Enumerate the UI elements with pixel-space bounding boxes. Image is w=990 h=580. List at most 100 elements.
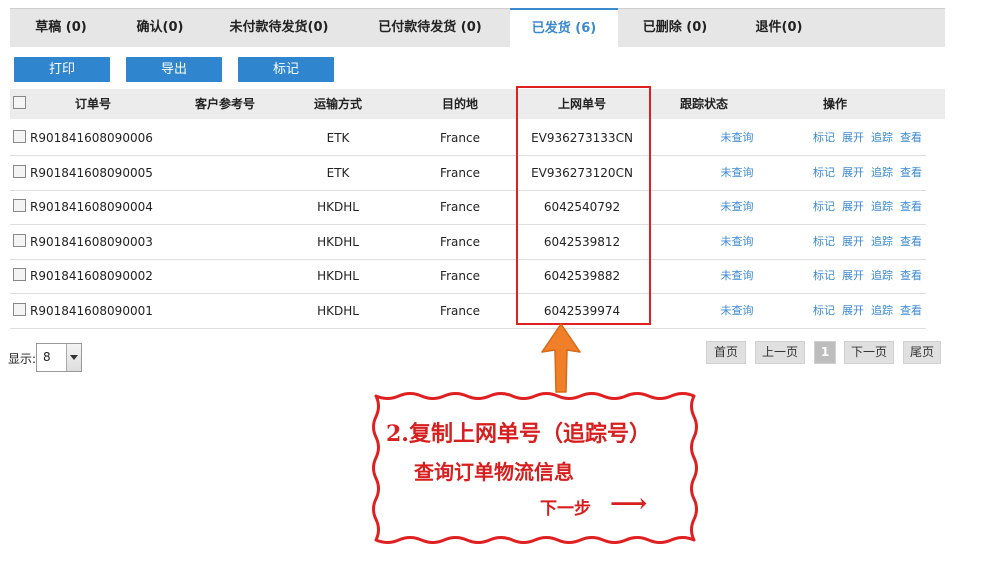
track-link[interactable]: 追踪 [871, 190, 893, 224]
tab-shipped[interactable]: 已发货 (6) [510, 8, 618, 49]
view-link[interactable]: 查看 [900, 156, 922, 190]
cell-order-no: R901841608090006 [30, 131, 153, 145]
cell-destination: France [440, 200, 480, 215]
view-link[interactable]: 查看 [900, 190, 922, 224]
header-order-no: 订单号 [74, 97, 111, 111]
page-size-label: 显示: [8, 352, 37, 366]
tab-deleted[interactable]: 已删除 (0) [618, 9, 732, 47]
annotation-line-2: 查询订单物流信息 [414, 460, 574, 484]
first-page-button[interactable]: 首页 [706, 341, 746, 364]
tab-returned[interactable]: 退件(0) [732, 9, 826, 47]
mark-link[interactable]: 标记 [813, 190, 835, 224]
cell-shipping: HKDHL [317, 304, 359, 318]
table-row: R901841608090006 ETK France EV936273133CN 未查… [10, 121, 926, 156]
cell-order-no: R901841608090001 [30, 304, 153, 318]
tab-draft[interactable]: 草稿 (0) [10, 9, 112, 47]
cell-shipping: ETK [326, 131, 350, 145]
cell-track-status[interactable]: 未查询 [690, 190, 784, 224]
cell-order-no: R901841608090004 [30, 200, 153, 215]
print-button[interactable]: 打印 [14, 57, 110, 82]
cell-order-no: R901841608090003 [30, 234, 153, 249]
table-header: 订单号 客户参考号 运输方式 目的地 上网单号 跟踪状态 操作 [10, 89, 945, 119]
cell-order-no: R901841608090002 [30, 269, 153, 284]
track-link[interactable]: 追踪 [871, 294, 893, 328]
status-tabs: 草稿 (0) 确认(0) 未付款待发货(0) 已付款待发货 (0) 已发货 (6… [10, 8, 945, 49]
expand-link[interactable]: 展开 [842, 225, 864, 259]
cell-shipping: ETK [326, 165, 350, 180]
cell-track-status[interactable]: 未查询 [690, 259, 784, 293]
cell-destination: France [440, 304, 480, 318]
expand-link[interactable]: 展开 [842, 259, 864, 293]
row-checkbox-icon[interactable] [13, 233, 26, 247]
expand-link[interactable]: 展开 [842, 156, 864, 190]
header-shipping: 运输方式 [313, 97, 362, 111]
view-link[interactable]: 查看 [900, 121, 922, 155]
tab-paid-pending[interactable]: 已付款待发货 (0) [350, 9, 510, 47]
page-size-select[interactable]: 8 [36, 343, 82, 372]
header-track-status: 跟踪状态 [679, 97, 728, 111]
cell-customer-ref [170, 259, 280, 293]
view-link[interactable]: 查看 [900, 259, 922, 293]
cell-customer-ref [170, 156, 280, 190]
expand-link[interactable]: 展开 [842, 121, 864, 155]
next-step-arrow-icon: ⟶ [610, 489, 648, 519]
header-destination: 目的地 [441, 97, 478, 111]
page-size-value: 8 [43, 350, 51, 364]
row-checkbox-icon[interactable] [13, 199, 26, 213]
cell-shipping: HKDHL [317, 234, 359, 249]
mark-link[interactable]: 标记 [813, 121, 835, 155]
export-button[interactable]: 导出 [126, 57, 222, 82]
table-row: R901841608090004 HKDHL France 6042540792 未查询… [10, 190, 926, 226]
table-row: R901841608090005 ETK France EV936273120CN 未查… [10, 156, 926, 191]
cell-shipping: HKDHL [317, 200, 359, 215]
view-link[interactable]: 查看 [900, 225, 922, 259]
cell-customer-ref [170, 121, 280, 155]
cell-destination: France [440, 269, 480, 284]
tab-unpaid-pending[interactable]: 未付款待发货(0) [208, 9, 350, 47]
table-row: R901841608090002 HKDHL France 6042539882 未查询… [10, 259, 926, 295]
mark-button[interactable]: 标记 [238, 57, 334, 82]
row-checkbox-icon[interactable] [13, 164, 26, 178]
cell-order-no: R901841608090005 [30, 165, 153, 180]
cell-destination: France [440, 165, 480, 180]
mark-link[interactable]: 标记 [813, 294, 835, 328]
table-row: R901841608090003 HKDHL France 6042539812 未查询… [10, 225, 926, 260]
cell-customer-ref [170, 190, 280, 224]
view-link[interactable]: 查看 [900, 294, 922, 328]
cell-track-status[interactable]: 未查询 [690, 225, 784, 259]
tracking-column-highlight [516, 86, 651, 325]
chevron-down-icon[interactable] [66, 344, 81, 371]
cell-shipping: HKDHL [317, 269, 359, 284]
expand-link[interactable]: 展开 [842, 190, 864, 224]
mark-link[interactable]: 标记 [813, 156, 835, 190]
track-link[interactable]: 追踪 [871, 121, 893, 155]
select-all-checkbox-icon[interactable] [13, 96, 26, 109]
row-checkbox-icon[interactable] [13, 130, 26, 143]
annotation-line-1: 2.复制上网单号（追踪号） [386, 421, 651, 447]
cell-track-status[interactable]: 未查询 [690, 121, 784, 155]
header-customer-ref: 客户参考号 [194, 97, 255, 111]
cell-destination: France [440, 234, 480, 249]
row-checkbox-icon[interactable] [13, 303, 26, 316]
tab-confirmed[interactable]: 确认(0) [112, 9, 208, 47]
cell-customer-ref [170, 294, 280, 328]
cell-destination: France [440, 131, 480, 145]
track-link[interactable]: 追踪 [871, 259, 893, 293]
track-link[interactable]: 追踪 [871, 225, 893, 259]
cell-customer-ref [170, 225, 280, 259]
arrow-up-icon [541, 323, 581, 393]
table-row: R901841608090001 HKDHL France 6042539974 未查询… [10, 294, 926, 329]
current-page-button[interactable]: 1 [814, 341, 836, 364]
row-checkbox-icon[interactable] [13, 268, 26, 282]
annotation-line-3: 下一步 [540, 499, 591, 519]
track-link[interactable]: 追踪 [871, 156, 893, 190]
mark-link[interactable]: 标记 [813, 225, 835, 259]
cell-track-status[interactable]: 未查询 [690, 156, 784, 190]
next-page-button[interactable]: 下一页 [844, 341, 894, 364]
expand-link[interactable]: 展开 [842, 294, 864, 328]
prev-page-button[interactable]: 上一页 [755, 341, 805, 364]
last-page-button[interactable]: 尾页 [903, 341, 941, 364]
header-actions: 操作 [822, 97, 847, 111]
cell-track-status[interactable]: 未查询 [690, 294, 784, 328]
mark-link[interactable]: 标记 [813, 259, 835, 293]
